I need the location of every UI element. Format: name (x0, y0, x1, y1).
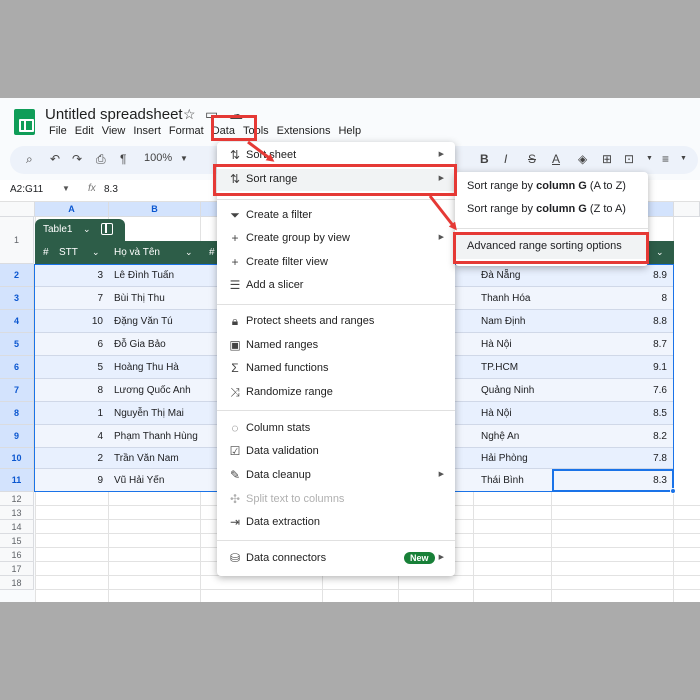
annotation-arrows (247, 140, 457, 231)
app-window: Untitled spreadsheet ☆ ▭ ☁ File Edit Vie… (0, 98, 700, 602)
arrow-to-advanced (428, 195, 457, 231)
arrow-to-sort-range (247, 140, 275, 162)
